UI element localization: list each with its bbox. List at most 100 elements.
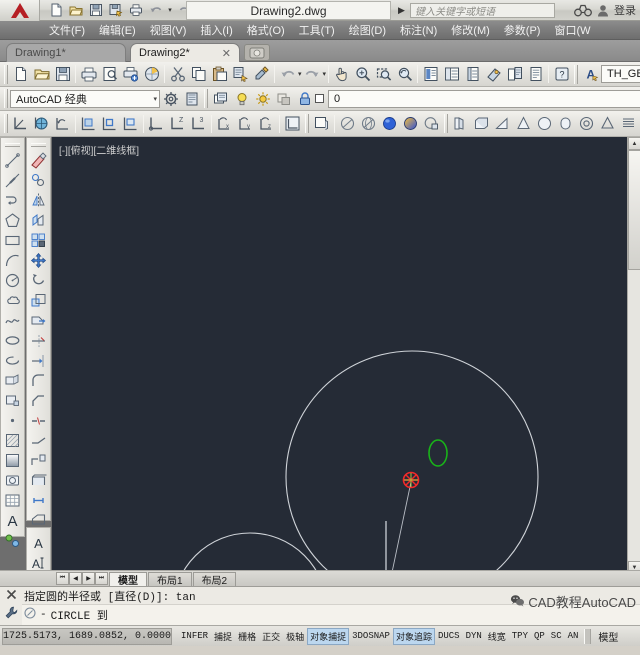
match-properties-button[interactable] <box>230 64 251 85</box>
chamfer-button[interactable] <box>28 390 49 410</box>
arc-button[interactable] <box>2 250 23 270</box>
zoom-window-button[interactable] <box>373 64 394 85</box>
ucs-zaxis-button[interactable]: Z <box>167 113 188 134</box>
toolbar-grip[interactable] <box>204 89 208 108</box>
line-button[interactable] <box>2 150 23 170</box>
circle-button[interactable] <box>2 270 23 290</box>
menu-item-format[interactable]: 格式(O) <box>240 21 292 40</box>
file-tab-drawing2[interactable]: Drawing2* ✕ <box>130 43 240 62</box>
menu-item-modify[interactable]: 修改(M) <box>444 21 497 40</box>
hatch-button[interactable] <box>2 430 23 450</box>
status-bar-grip[interactable] <box>584 628 592 644</box>
vertical-scroll-thumb[interactable] <box>628 150 640 270</box>
file-tab-drawing1[interactable]: Drawing1* <box>6 43 126 62</box>
trim-button[interactable] <box>28 330 49 350</box>
3dprint-button[interactable] <box>141 64 162 85</box>
redo-button[interactable] <box>302 64 323 85</box>
visual-styles-manager-button[interactable] <box>421 113 442 134</box>
rectangle-button[interactable] <box>2 230 23 250</box>
help-button[interactable]: ? <box>551 64 572 85</box>
toolbar-grip[interactable] <box>4 114 8 133</box>
zoom-previous-button[interactable] <box>394 64 415 85</box>
ucs-view-button[interactable] <box>120 113 141 134</box>
revision-cloud-button[interactable] <box>2 290 23 310</box>
command-line[interactable]: 指定圆的半径或 [直径(D)]: tan - CIRCLE 到 CAD教程Aut… <box>0 586 640 625</box>
visual-style-realistic-button[interactable] <box>400 113 421 134</box>
status-toggle-3dosnap[interactable]: 3DOSNAP <box>349 628 393 645</box>
layout-tab-model[interactable]: 模型 <box>109 571 147 587</box>
ucs-button[interactable] <box>10 113 31 134</box>
explode-button[interactable] <box>28 450 49 470</box>
helix-button[interactable] <box>618 113 639 134</box>
vertical-scrollbar[interactable]: ▲ ▼ <box>627 137 640 574</box>
mirror-button[interactable] <box>28 190 49 210</box>
ucs-previous-button[interactable] <box>52 113 73 134</box>
sheetset-button[interactable] <box>504 64 525 85</box>
layout-tab-layout2[interactable]: 布局2 <box>192 571 237 587</box>
ucs-rotate-y-button[interactable]: y <box>235 113 256 134</box>
ellipse-arc-button[interactable] <box>2 350 23 370</box>
status-toggle-selectioncycling[interactable]: SC <box>548 628 565 645</box>
status-toggle-annotation[interactable]: AN <box>565 628 582 645</box>
erase-button[interactable] <box>28 150 49 170</box>
toolbar-grip[interactable] <box>4 64 8 84</box>
new-document-button[interactable] <box>46 2 65 19</box>
text-style-button[interactable]: A <box>28 533 49 553</box>
properties-palette-button[interactable] <box>420 64 441 85</box>
designcenter-button[interactable] <box>441 64 462 85</box>
ucs-3point-button[interactable]: 3 <box>188 113 209 134</box>
close-icon[interactable]: ✕ <box>222 47 231 60</box>
coordinates-display[interactable]: 1725.5173, 1689.0852, 0.0000 <box>2 627 173 645</box>
model-space-label[interactable]: 模型 <box>594 629 622 644</box>
person-icon[interactable] <box>597 4 609 17</box>
ucs-world-button[interactable] <box>31 113 52 134</box>
toolbar-grip[interactable] <box>31 143 46 147</box>
region-button[interactable] <box>2 470 23 490</box>
menu-item-parametric[interactable]: 参数(P) <box>497 21 548 40</box>
save-button[interactable] <box>52 64 73 85</box>
visual-style-2dwireframe-button[interactable] <box>337 113 358 134</box>
close-icon[interactable] <box>6 589 17 603</box>
box-button[interactable] <box>471 113 492 134</box>
menu-item-dimension[interactable]: 标注(N) <box>393 21 444 40</box>
ucs-origin-button[interactable] <box>146 113 167 134</box>
join-button[interactable] <box>28 430 49 450</box>
publish-button[interactable] <box>120 64 141 85</box>
plot-button[interactable] <box>126 2 145 19</box>
table-button[interactable] <box>2 490 23 510</box>
undo-button[interactable] <box>277 64 298 85</box>
next-layout-button[interactable]: ▶ <box>82 572 95 585</box>
ucs-manager-button[interactable] <box>282 113 303 134</box>
make-block-button[interactable] <box>2 390 23 410</box>
freeze-viewport-icon[interactable] <box>273 88 294 109</box>
gear-icon[interactable] <box>160 88 181 109</box>
first-layout-button[interactable]: ⏮ <box>56 572 69 585</box>
title-overflow-caret-icon[interactable]: ▶ <box>398 5 405 16</box>
menu-item-draw[interactable]: 绘图(D) <box>342 21 393 40</box>
drawing-canvas[interactable]: [-][俯视][二维线框] <box>52 137 640 586</box>
zoom-realtime-button[interactable] <box>352 64 373 85</box>
ucs-object-button[interactable] <box>99 113 120 134</box>
menu-item-window[interactable]: 窗口(W <box>547 21 597 40</box>
undo-dropdown-caret-icon[interactable]: ▾ <box>166 6 174 14</box>
extend-button[interactable] <box>28 350 49 370</box>
copy-object-button[interactable] <box>28 170 49 190</box>
status-toggle-lineweight[interactable]: 线宽 <box>485 628 509 645</box>
construction-line-button[interactable] <box>2 170 23 190</box>
status-toggle-transparency[interactable]: TPY <box>509 628 531 645</box>
menu-item-view[interactable]: 视图(V) <box>143 21 194 40</box>
cylinder-button[interactable] <box>555 113 576 134</box>
insert-block-button[interactable] <box>2 370 23 390</box>
command-line-body[interactable]: 指定圆的半径或 [直径(D)]: tan - CIRCLE 到 CAD教程Aut… <box>22 587 640 625</box>
block-edit-button[interactable] <box>28 470 49 490</box>
status-toggle-infer[interactable]: INFER <box>178 628 211 645</box>
workspace-dropdown[interactable]: AutoCAD 经典 ▾ <box>10 89 160 108</box>
menu-item-insert[interactable]: 插入(I) <box>193 21 239 40</box>
pyramid-button[interactable] <box>597 113 618 134</box>
toolbar-grip[interactable] <box>574 64 579 84</box>
cone-button[interactable] <box>513 113 534 134</box>
toolbar-grip[interactable] <box>444 114 448 133</box>
blockeditor-button[interactable] <box>251 64 272 85</box>
torus-button[interactable] <box>576 113 597 134</box>
fillet-button[interactable] <box>28 370 49 390</box>
